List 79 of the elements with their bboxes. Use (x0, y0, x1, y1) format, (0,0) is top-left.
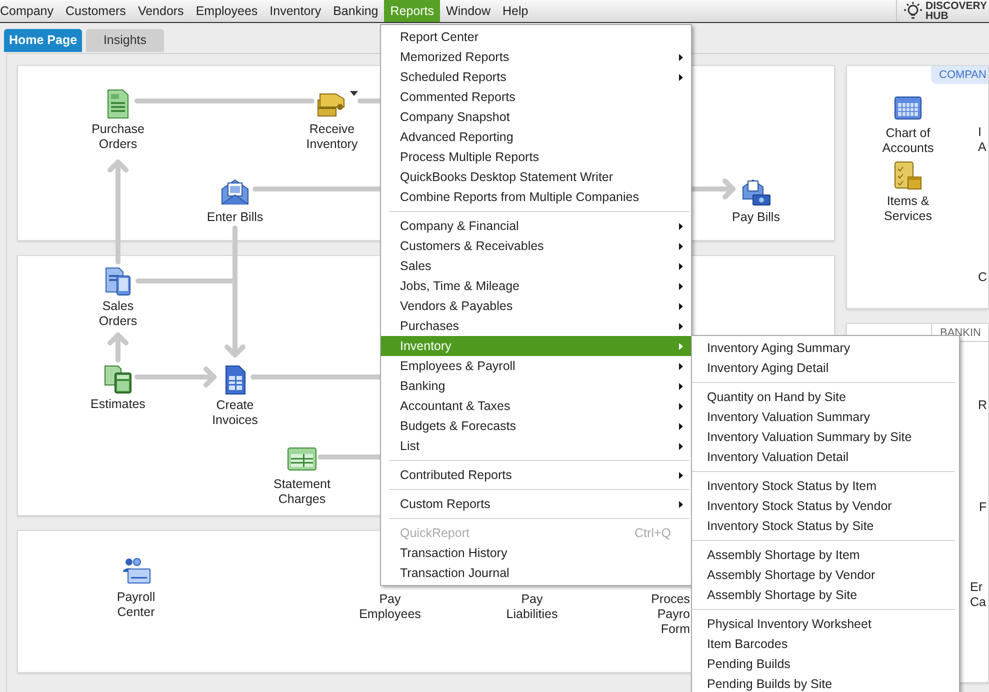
menu-item[interactable]: Assembly Shortage by Item (692, 545, 959, 565)
menu-item[interactable]: Vendors & Payables (381, 296, 691, 316)
menu-item[interactable]: Accountant & Taxes (381, 396, 691, 416)
menu-item[interactable]: Quantity on Hand by Site (692, 387, 959, 407)
menu-item[interactable]: Advanced Reporting (381, 127, 691, 147)
calculator-icon[interactable] (102, 363, 134, 395)
menu-item[interactable]: Assembly Shortage by Vendor (692, 565, 959, 585)
menu-item[interactable]: Jobs, Time & Mileage (381, 276, 691, 296)
menu-item[interactable]: Purchases (381, 316, 691, 336)
node-label[interactable]: Pay Bills (732, 210, 780, 225)
node-label[interactable]: Er Ca (970, 580, 986, 610)
menu-item[interactable]: Inventory Stock Status by Vendor (692, 496, 959, 516)
menu-item[interactable]: Inventory Valuation Summary (692, 407, 959, 427)
menu-item[interactable]: Combine Reports from Multiple Companies (381, 187, 691, 207)
menu-item[interactable]: Inventory (381, 336, 691, 356)
node-label[interactable]: Chart of Accounts (882, 126, 934, 156)
menu-bar-item[interactable]: Employees (190, 0, 264, 22)
menu-item[interactable]: Employees & Payroll (381, 356, 691, 376)
menu-item[interactable]: Inventory Stock Status by Item (692, 476, 959, 496)
shortcut-text: Ctrl+Q (634, 525, 671, 542)
menu-item[interactable]: Physical Inventory Worksheet (692, 614, 959, 634)
menu-item[interactable]: Customers & Receivables (381, 236, 691, 256)
node-label[interactable]: C (978, 270, 988, 285)
node-label[interactable]: R (978, 398, 988, 413)
menu-item[interactable]: Inventory Aging Detail (692, 358, 959, 378)
menu-item[interactable]: Company & Financial (381, 216, 691, 236)
menu-bar-item[interactable]: Company (0, 0, 60, 22)
menu-item[interactable]: Inventory Valuation Detail (692, 447, 959, 467)
menu-bar-item[interactable]: Customers (60, 0, 132, 22)
node-label[interactable]: Estimates (90, 397, 146, 412)
menu-bar-item[interactable]: Banking (327, 0, 384, 22)
menu-item[interactable]: Transaction Journal (381, 563, 691, 583)
menu-item[interactable]: Process Multiple Reports (381, 147, 691, 167)
panel-header: COMPAN (931, 66, 988, 84)
node-label[interactable]: Receive Inventory (306, 122, 358, 152)
clipboard-box-icon[interactable] (892, 160, 924, 192)
node-label[interactable]: Pay Liabilities (506, 592, 558, 622)
caret-icon[interactable] (350, 91, 358, 96)
discovery-hub-button[interactable]: DISCOVERY HUB (896, 0, 989, 22)
node-label[interactable]: Payroll Center (116, 590, 156, 620)
menu-item[interactable]: Memorized Reports (381, 47, 691, 67)
menu-item[interactable]: Item Barcodes (692, 634, 959, 654)
node-label[interactable]: Proces Payro Form (651, 592, 690, 637)
menu-item[interactable]: Assembly Shortage by Site (692, 585, 959, 605)
connector-arrow (690, 178, 736, 200)
node-label[interactable]: Items & Services (884, 194, 932, 224)
menu-item[interactable]: Commented Reports (381, 87, 691, 107)
menu-item[interactable]: Company Snapshot (381, 107, 691, 127)
tab[interactable]: Insights (86, 29, 164, 52)
menu-item[interactable]: Sales (381, 256, 691, 276)
connector-arrow (108, 332, 128, 362)
menu-bar-item[interactable]: Vendors (132, 0, 190, 22)
node-label[interactable]: Pay Employees (359, 592, 421, 622)
menu-item[interactable]: Inventory Valuation Summary by Site (692, 427, 959, 447)
menu-item[interactable]: Pending Builds by Site (692, 674, 959, 692)
menu-item[interactable]: Contributed Reports (381, 465, 691, 485)
menu-item[interactable]: Banking (381, 376, 691, 396)
node-label[interactable]: Sales Orders (98, 299, 138, 329)
node-label[interactable]: Create Invoices (212, 398, 258, 428)
connector-line (318, 454, 382, 460)
tab[interactable]: Home Page (4, 29, 82, 52)
menu-item[interactable]: Scheduled Reports (381, 67, 691, 87)
menu-bar-item[interactable]: Help (496, 0, 534, 22)
connector-line (358, 98, 382, 104)
menu-item[interactable]: Report Center (381, 27, 691, 47)
menu-item[interactable]: Budgets & Forecasts (381, 416, 691, 436)
node-label[interactable]: Enter Bills (206, 210, 264, 225)
menu-item[interactable]: Inventory Stock Status by Site (692, 516, 959, 536)
node-label[interactable]: Statement Charges (274, 477, 330, 507)
menu-item[interactable]: Transaction History (381, 543, 691, 563)
menu-item[interactable]: List (381, 436, 691, 456)
menu-item[interactable]: Pending Builds (692, 654, 959, 674)
node-label[interactable]: Purchase Orders (92, 122, 144, 152)
menu-bar-item[interactable]: Window (440, 0, 497, 22)
menu-bar-item[interactable]: Inventory (264, 0, 328, 22)
node-label[interactable]: F (979, 500, 987, 515)
node-label[interactable]: I A (978, 125, 986, 155)
menu-item[interactable]: QuickBooks Desktop Statement Writer (381, 167, 691, 187)
menu-item[interactable]: Custom Reports (381, 494, 691, 514)
